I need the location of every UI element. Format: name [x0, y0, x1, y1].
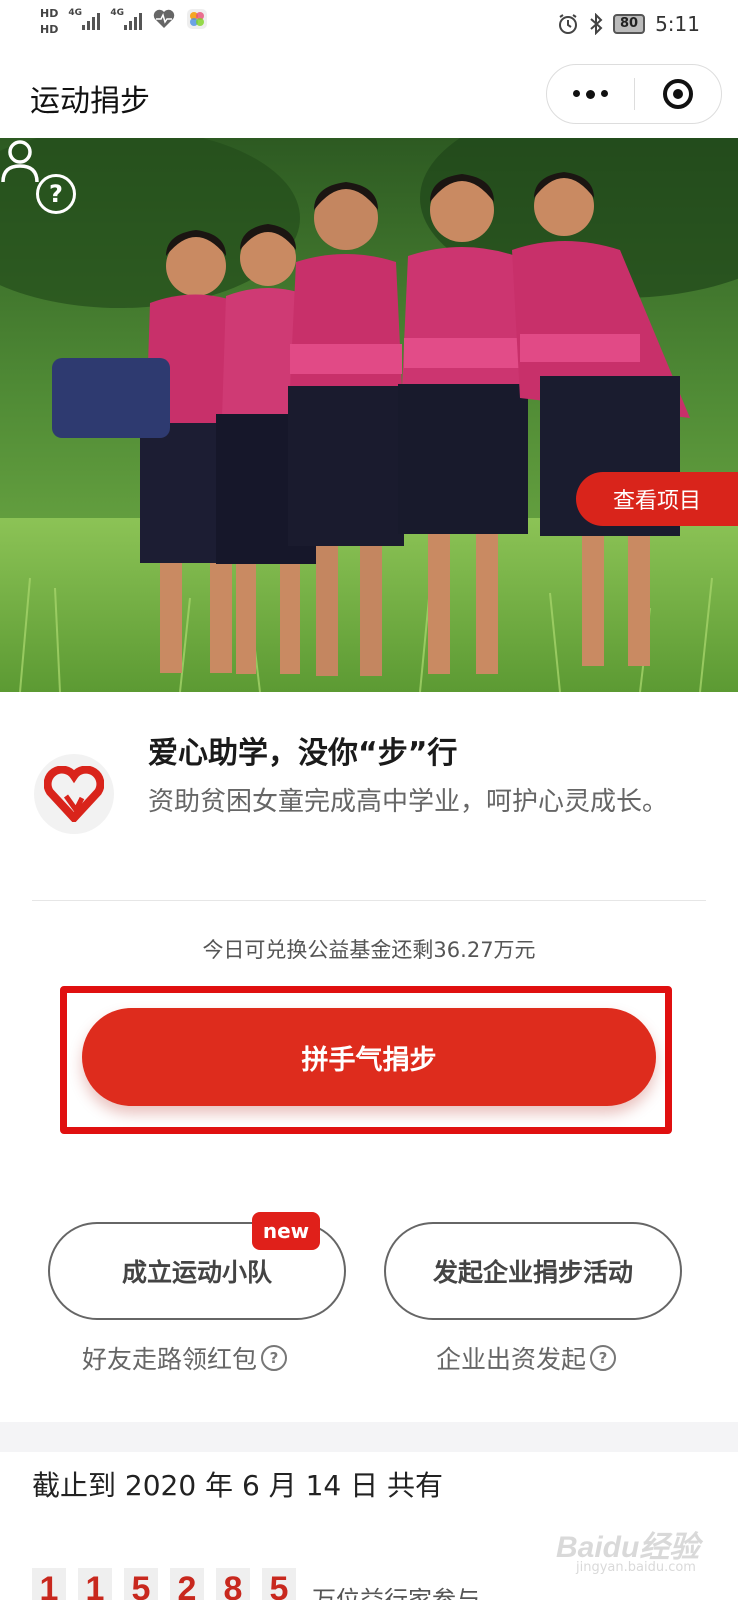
hd-indicators: HD HD — [40, 7, 59, 36]
watermark-sub: jingyan.baidu.com — [576, 1560, 696, 1575]
network-1-label: 4G — [68, 8, 82, 18]
counter-suffix: 万位益行家参与 — [312, 1586, 480, 1600]
project-description: 资助贫困女童完成高中学业，呵护心灵成长。 — [148, 787, 669, 817]
company-note-label: 企业出资发起 — [436, 1345, 587, 1374]
miniprogram-capsule — [546, 64, 722, 124]
signal-1-icon: 4G — [68, 8, 101, 30]
more-icon[interactable] — [547, 89, 634, 99]
question-icon[interactable]: ? — [590, 1345, 617, 1371]
donate-steps-button[interactable]: 拼手气捐步 — [82, 1008, 656, 1106]
hd-1-label: HD — [40, 7, 59, 20]
company-activity-button[interactable]: 发起企业捐步活动 — [384, 1222, 682, 1320]
company-note: 企业出资发起 ? — [436, 1340, 617, 1376]
participant-counter: 1 1 5 2 8 5 — [32, 1568, 296, 1600]
help-icon[interactable]: ? — [36, 174, 76, 214]
remaining-fund-text: 今日可兑换公益基金还剩36.27万元 — [202, 938, 536, 962]
project-card: 爱心助学，没你“步”行 资助贫困女童完成高中学业，呵护心灵成长。 今日可兑换公益… — [0, 692, 738, 1422]
network-2-label: 4G — [110, 8, 124, 18]
counter-digit: 1 — [78, 1568, 112, 1600]
page-title: 运动捐步 — [30, 84, 150, 119]
team-note-label: 好友走路领红包 — [82, 1345, 258, 1374]
heart-charity-icon — [44, 766, 104, 822]
close-miniprogram-icon[interactable] — [635, 79, 722, 109]
clock-time: 5:11 — [655, 12, 700, 36]
counter-digit: 5 — [124, 1568, 158, 1600]
view-project-button[interactable]: 查看项目 — [576, 472, 738, 526]
new-badge: new — [252, 1212, 320, 1250]
counter-digit: 1 — [32, 1568, 66, 1600]
status-bar: HD HD 4G 4G 80 5:11 — [0, 0, 738, 52]
counter-digit: 5 — [262, 1568, 296, 1600]
counter-digit: 2 — [170, 1568, 204, 1600]
status-left: HD HD 4G 4G — [40, 8, 208, 36]
baidu-watermark: Baidu经验 jingyan.baidu.com — [556, 1522, 726, 1582]
health-heart-icon — [154, 9, 175, 29]
signal-2-icon: 4G — [110, 8, 143, 30]
battery-icon: 80 — [612, 14, 646, 34]
stats-date-text: 截止到 2020 年 6 月 14 日 共有 — [32, 1469, 444, 1502]
alarm-icon — [558, 14, 577, 34]
team-note: 好友走路领红包 ? — [82, 1340, 288, 1376]
project-logo — [34, 754, 114, 834]
bluetooth-icon — [590, 13, 603, 35]
counter-digit: 8 — [216, 1568, 250, 1600]
hero-banner: ? 查看项目 — [0, 138, 738, 692]
hd-2-label: HD — [40, 23, 59, 36]
status-right: 80 5:11 — [557, 12, 700, 36]
question-icon[interactable]: ? — [261, 1345, 288, 1371]
user-icon[interactable] — [0, 138, 40, 184]
hero-photo — [0, 138, 738, 692]
project-title: 爱心助学，没你“步”行 — [148, 736, 458, 771]
divider — [32, 900, 706, 901]
photos-app-icon — [187, 9, 208, 29]
nav-bar: 运动捐步 — [0, 52, 738, 138]
